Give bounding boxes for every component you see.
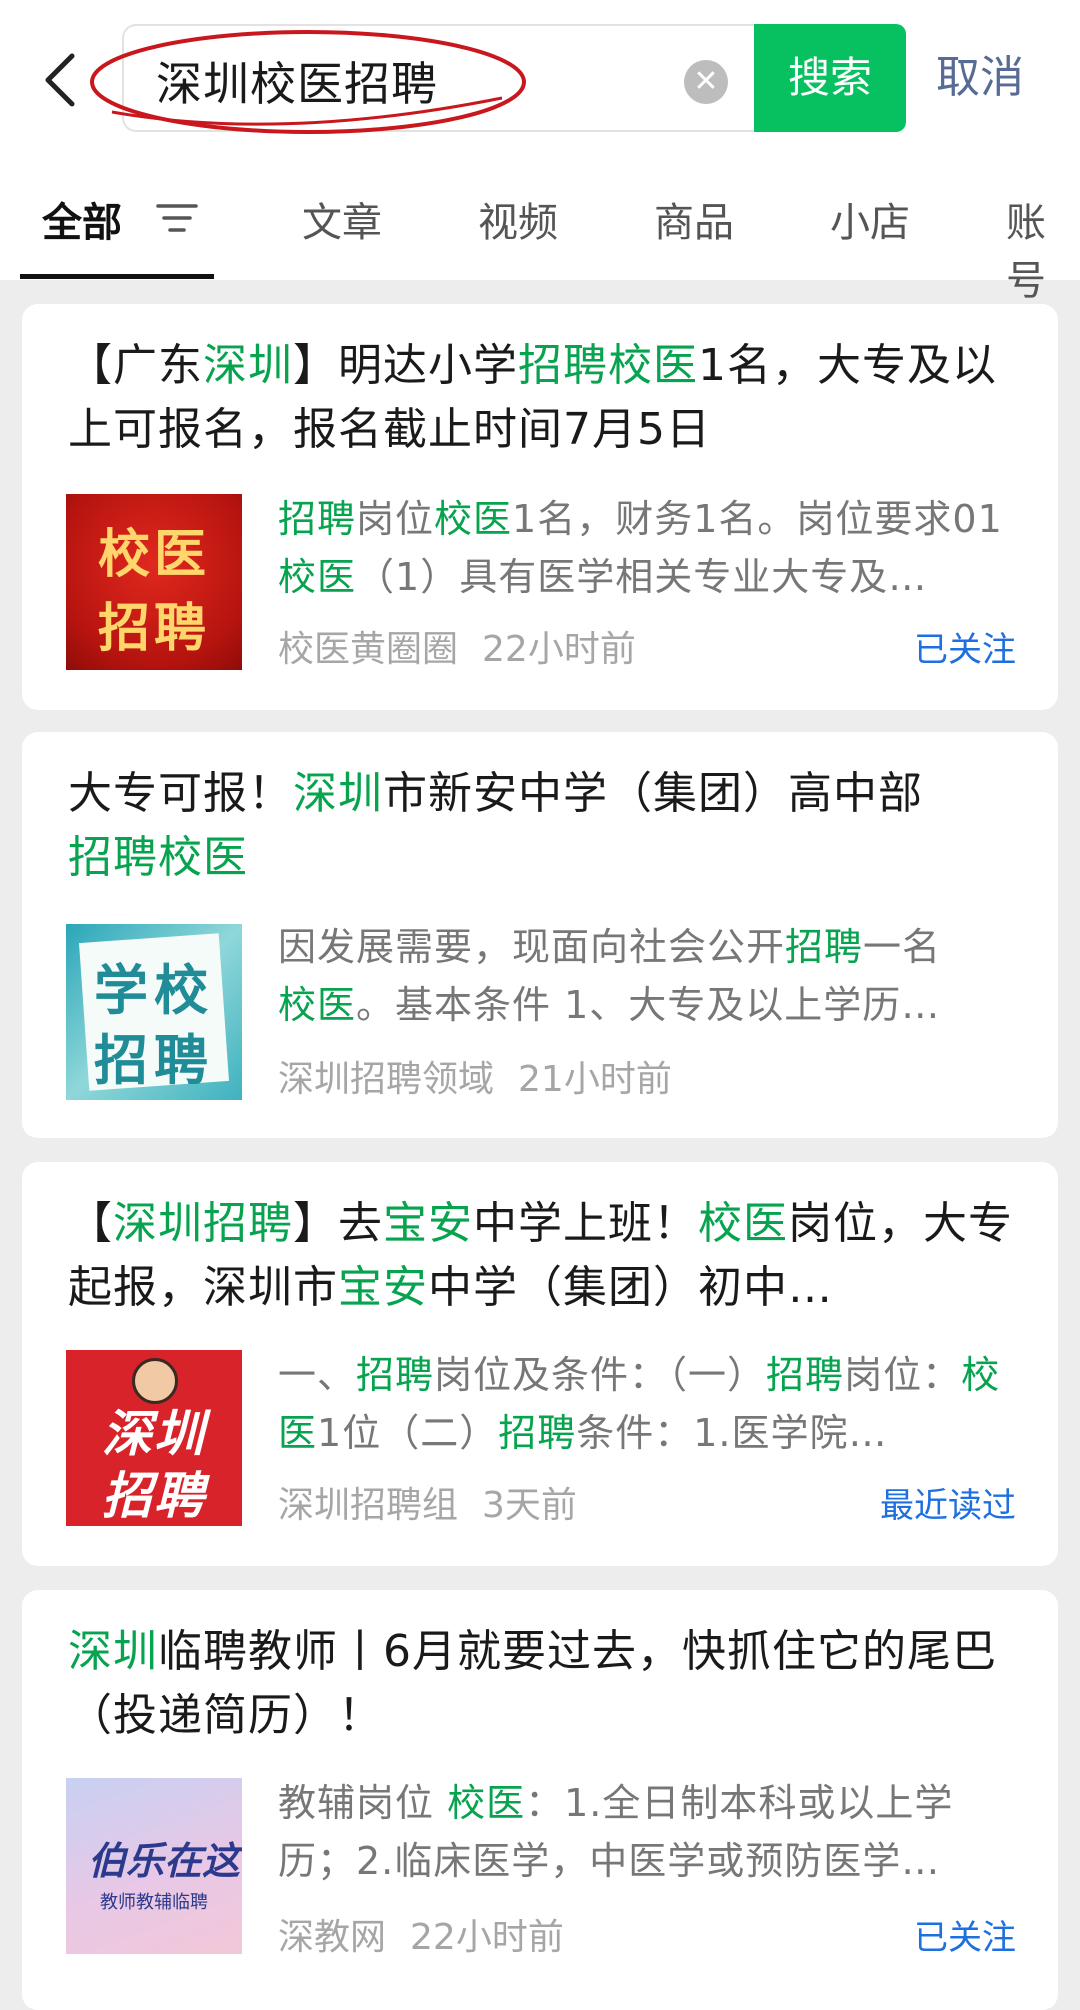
- tab-videos[interactable]: 视频: [478, 190, 558, 248]
- followed-tag: 已关注: [914, 630, 1016, 670]
- result-title[interactable]: 大专可报！深圳市新安中学（集团）高中部 招聘校医: [68, 762, 1028, 890]
- filter-icon[interactable]: [156, 200, 198, 236]
- tab-articles[interactable]: 文章: [302, 190, 382, 248]
- result-card[interactable]: 【广东深圳】明达小学招聘校医1名，大专及以上可报名，报名截止时间7月5日 校医 …: [22, 304, 1058, 710]
- result-title[interactable]: 深圳临聘教师丨6月就要过去，快抓住它的尾巴（投递简历）！: [68, 1620, 1028, 1748]
- result-meta: 校医黄圈圈 22小时前: [278, 620, 636, 672]
- active-tab-indicator: [20, 274, 214, 279]
- result-snippet: 教辅岗位 校医：1.全日制本科或以上学历；2.临床医学，中医学或预防医学…: [278, 1781, 954, 1883]
- search-button[interactable]: 搜索: [754, 24, 906, 132]
- tab-all[interactable]: 全部: [42, 190, 122, 248]
- result-snippet: 一、招聘岗位及条件：（一）招聘岗位：校医1位（二）招聘条件：1.医学院…: [278, 1353, 1001, 1455]
- clear-icon[interactable]: ✕: [684, 60, 728, 104]
- filter-tabs: 全部 文章 视频 商品 小店 账号: [0, 170, 1080, 304]
- result-thumbnail[interactable]: 学校 招聘: [66, 924, 242, 1100]
- top-bar: 深圳校医招聘 ✕ 搜索 取消 全部 文章 视频 商品 小店 账号: [0, 0, 1080, 304]
- result-thumbnail[interactable]: 校医 招聘: [66, 494, 242, 670]
- cancel-button[interactable]: 取消: [936, 24, 1024, 132]
- timestamp: 3天前: [482, 1485, 577, 1526]
- result-card[interactable]: 大专可报！深圳市新安中学（集团）高中部 招聘校医 学校 招聘 因发展需要，现面向社…: [22, 732, 1058, 1138]
- result-title[interactable]: 【深圳招聘】去宝安中学上班！校医岗位，大专起报，深圳市宝安中学（集团）初中…: [68, 1192, 1028, 1320]
- search-input[interactable]: 深圳校医招聘 ✕: [90, 24, 754, 134]
- result-meta: 深教网 22小时前: [278, 1908, 564, 1960]
- tab-products[interactable]: 商品: [654, 190, 734, 248]
- recently-read-tag: 最近读过: [880, 1486, 1016, 1526]
- timestamp: 22小时前: [482, 629, 636, 670]
- tab-accounts[interactable]: 账号: [1006, 190, 1080, 306]
- timestamp: 22小时前: [410, 1917, 564, 1958]
- result-title[interactable]: 【广东深圳】明达小学招聘校医1名，大专及以上可报名，报名截止时间7月5日: [68, 334, 1028, 462]
- source-name[interactable]: 校医黄圈圈: [278, 629, 458, 670]
- result-snippet: 招聘岗位校医1名，财务1名。岗位要求01校医（1）具有医学相关专业大专及…: [278, 497, 1003, 599]
- source-name[interactable]: 深圳招聘领域: [278, 1059, 494, 1100]
- tab-shops[interactable]: 小店: [830, 190, 910, 248]
- result-snippet: 因发展需要，现面向社会公开招聘一名 校医。基本条件 1、大专及以上学历…: [278, 925, 942, 1027]
- timestamp: 21小时前: [518, 1059, 672, 1100]
- result-card[interactable]: 【深圳招聘】去宝安中学上班！校医岗位，大专起报，深圳市宝安中学（集团）初中… 深…: [22, 1162, 1058, 1566]
- followed-tag: 已关注: [914, 1918, 1016, 1958]
- search-query-text[interactable]: 深圳校医招聘: [156, 48, 438, 114]
- result-thumbnail[interactable]: 深圳 招聘: [66, 1350, 242, 1526]
- result-meta: 深圳招聘组 3天前: [278, 1476, 577, 1528]
- source-name[interactable]: 深圳招聘组: [278, 1485, 458, 1526]
- back-arrow-icon[interactable]: [40, 52, 80, 108]
- result-meta: 深圳招聘领域 21小时前: [278, 1050, 672, 1102]
- result-thumbnail[interactable]: 伯乐在这 教师教辅临聘: [66, 1778, 242, 1954]
- source-name[interactable]: 深教网: [278, 1917, 386, 1958]
- result-card[interactable]: 深圳临聘教师丨6月就要过去，快抓住它的尾巴（投递简历）！ 伯乐在这 教师教辅临聘…: [22, 1590, 1058, 2010]
